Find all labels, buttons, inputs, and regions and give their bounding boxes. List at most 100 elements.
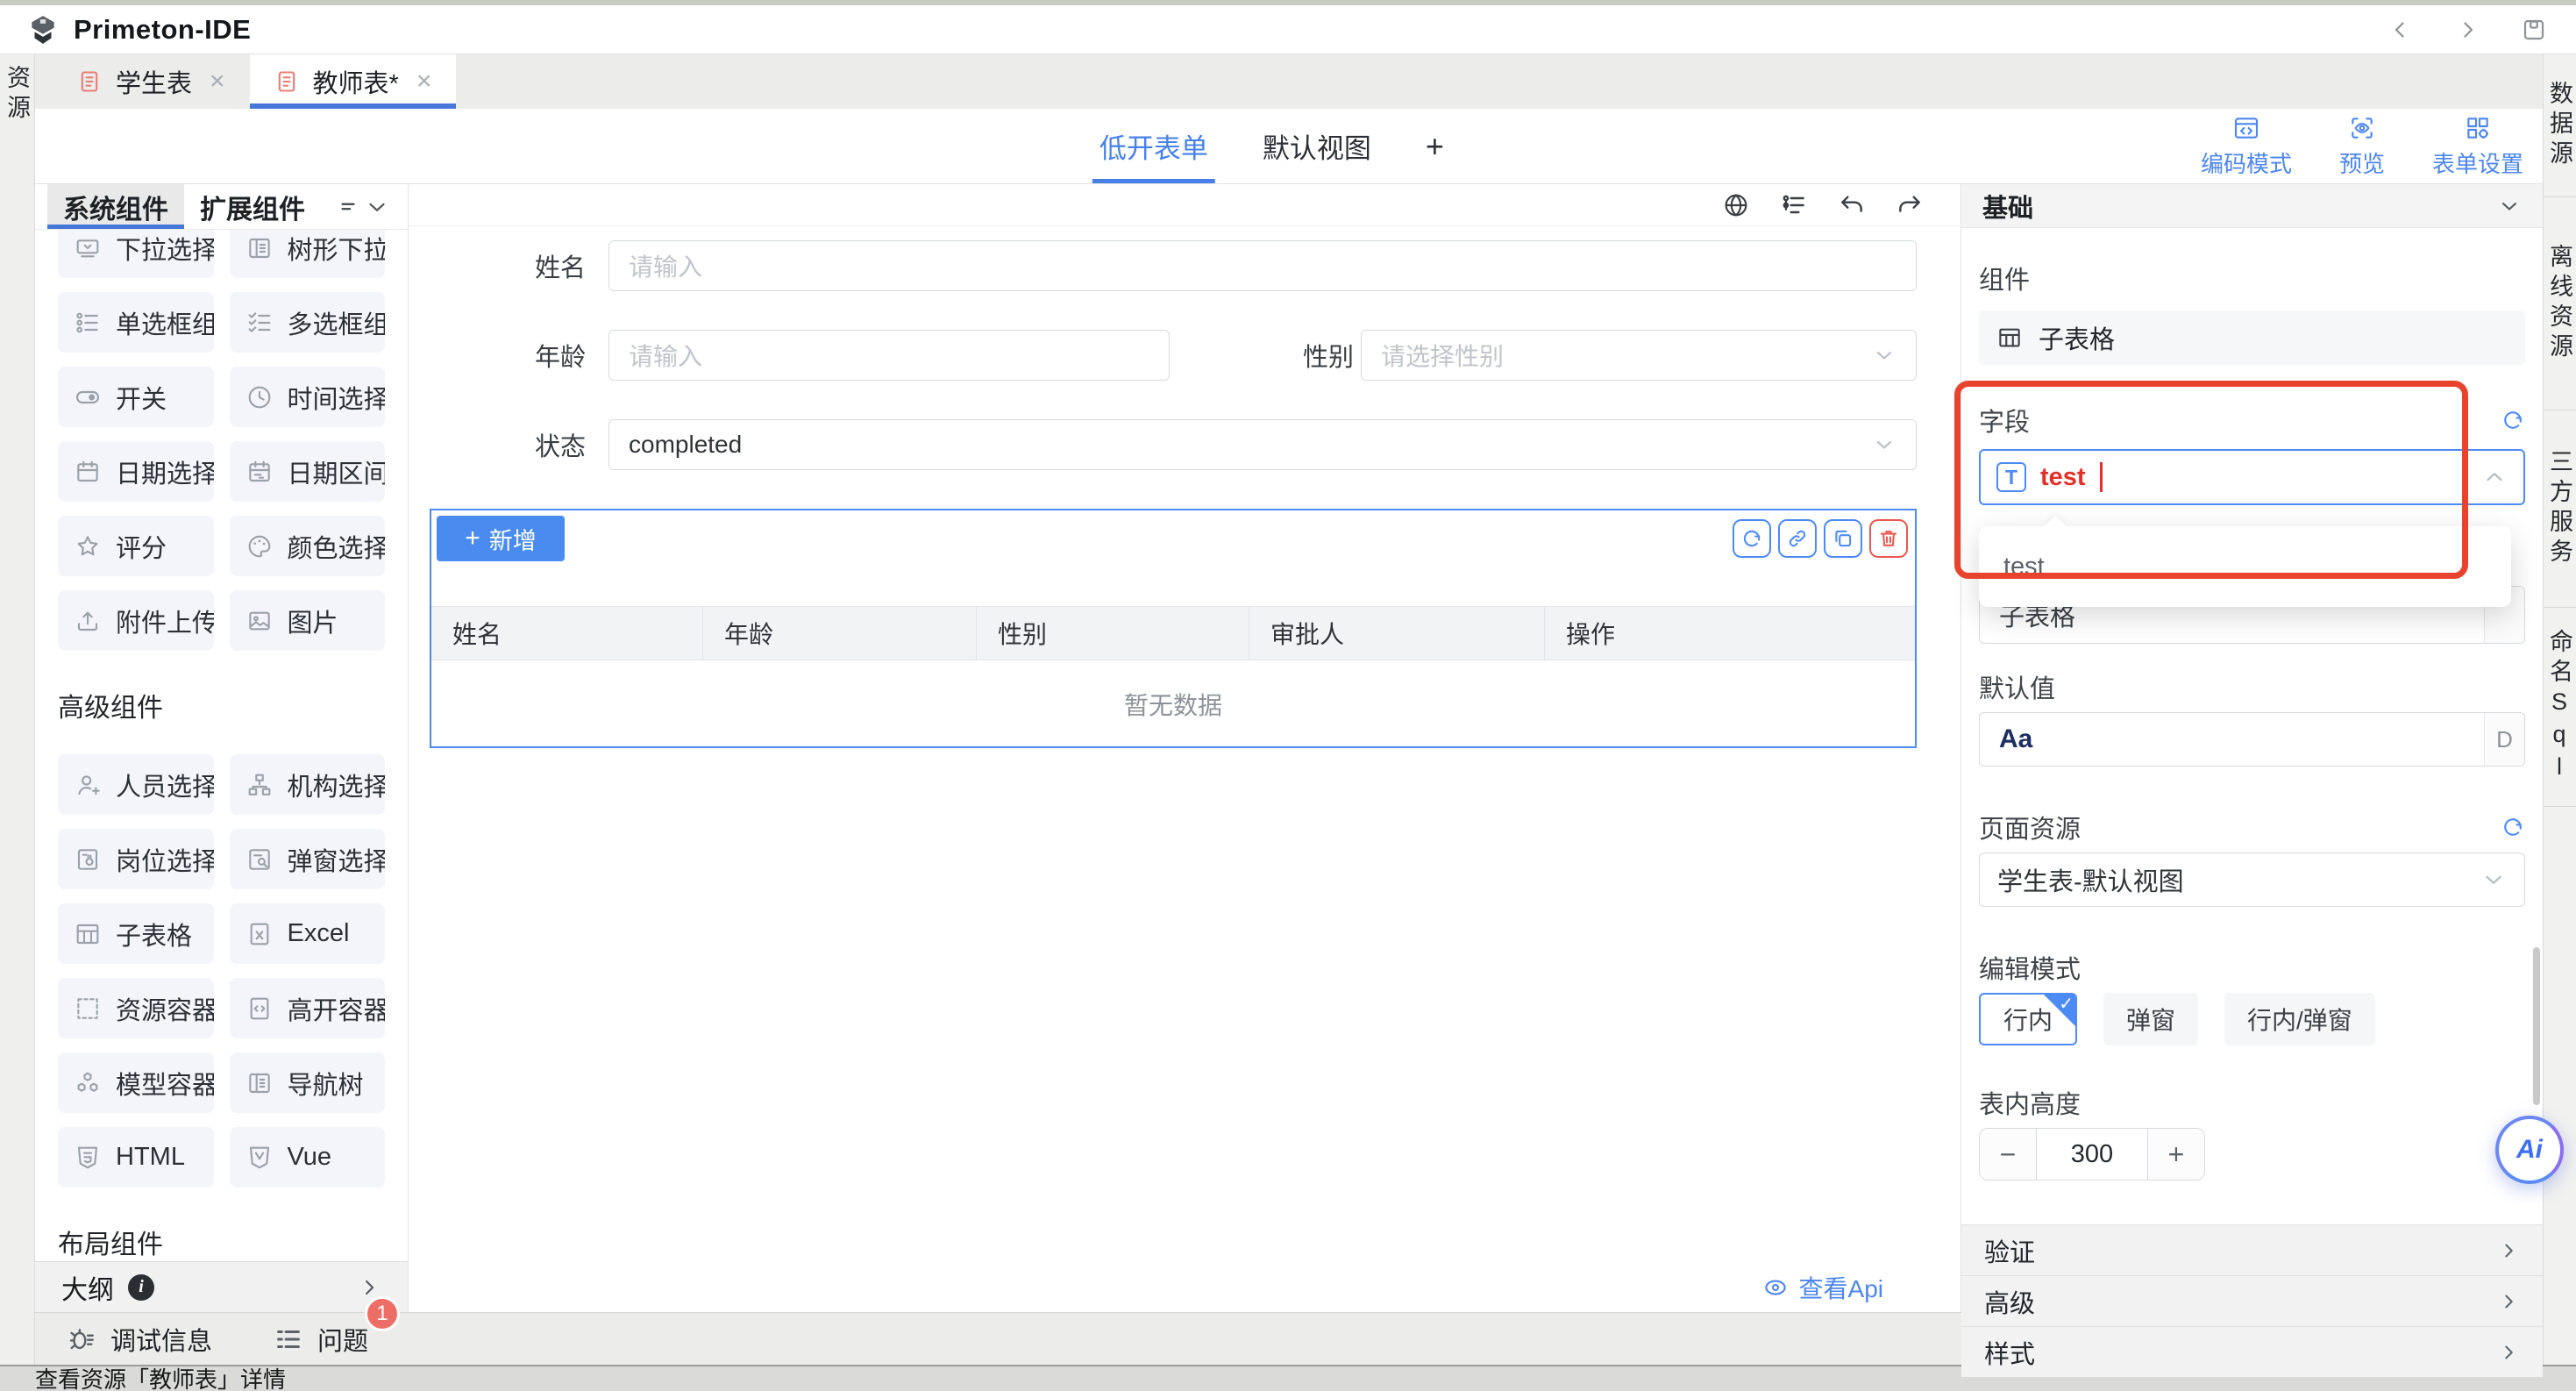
component-group-title: 布局组件 xyxy=(58,1223,385,1261)
column-header: 性别 xyxy=(977,607,1249,660)
code-mode-button[interactable]: 编码模式 xyxy=(2201,114,2292,179)
add-view-button[interactable]: + xyxy=(1426,128,1444,165)
field-label-row: 字段 xyxy=(1979,402,2525,439)
default-value-input[interactable]: Aa D xyxy=(1979,712,2525,767)
status-select[interactable]: completed xyxy=(608,419,1917,470)
component-card-codedoc[interactable]: 高开容器 xyxy=(230,978,386,1038)
tab-system-components[interactable]: 系统组件 xyxy=(47,184,184,229)
close-icon[interactable]: × xyxy=(210,68,225,95)
gender-select[interactable]: 请选择性别 xyxy=(1361,330,1917,381)
form-field-name[interactable]: 姓名 请输入 xyxy=(430,240,1917,291)
increment-button[interactable]: + xyxy=(2148,1129,2204,1180)
default-value-suffix-button[interactable]: D xyxy=(2484,713,2524,766)
save-button[interactable] xyxy=(2518,14,2550,46)
form-field-status[interactable]: 状态 completed xyxy=(430,419,1917,470)
debug-info-button[interactable]: 调试信息 xyxy=(67,1321,212,1358)
component-card-time[interactable]: 时间选择 xyxy=(230,367,386,427)
component-card-html[interactable]: HTML xyxy=(58,1127,214,1188)
chevron-up-icon xyxy=(2481,464,2508,490)
component-card-select[interactable]: 下拉选择 xyxy=(58,230,214,278)
nav-forward-button[interactable] xyxy=(2451,14,2483,46)
component-card-date[interactable]: 日期选择 xyxy=(58,441,214,502)
section-style[interactable]: 样式 xyxy=(1961,1326,2543,1377)
component-card-daterange[interactable]: 日期区间 xyxy=(230,441,386,502)
tab-extension-components[interactable]: 扩展组件 xyxy=(184,184,321,229)
component-card-resource[interactable]: 资源容器 xyxy=(58,978,214,1038)
close-icon[interactable]: × xyxy=(416,68,432,95)
component-card-vue[interactable]: Vue xyxy=(230,1127,386,1188)
component-menu-icon[interactable] xyxy=(337,184,359,229)
add-row-button[interactable]: + 新增 xyxy=(437,516,565,561)
component-card-position[interactable]: 岗位选择 xyxy=(58,829,214,889)
component-card-rating[interactable]: 评分 xyxy=(58,516,214,576)
outline-row[interactable]: 大纲 i xyxy=(35,1261,408,1312)
component-card-cubes[interactable]: 模型容器 xyxy=(58,1052,214,1113)
component-card-tree[interactable]: 树形下拉 xyxy=(230,230,386,278)
component-card-switch[interactable]: 开关 xyxy=(58,367,214,427)
work-row: 系统组件 扩展组件 下拉选择树形下拉单选框组多选框组开关时间选择日期选择日期区间… xyxy=(35,184,2543,1312)
tab-default-view[interactable]: 默认视图 xyxy=(1263,109,1371,183)
empty-state-text: 暂无数据 xyxy=(431,660,1915,748)
outline-icon[interactable] xyxy=(1780,191,1808,219)
right-rail-third-party-services-tab[interactable]: 三方服务 xyxy=(2544,410,2576,608)
issues-label: 问题 xyxy=(317,1321,368,1358)
widget-copy-button[interactable] xyxy=(1824,519,1862,558)
collapse-sidebar-icon[interactable] xyxy=(364,184,390,229)
component-card-check[interactable]: 多选框组 xyxy=(230,292,386,353)
right-rail-datasource-tab[interactable]: 数据源 xyxy=(2544,54,2576,197)
globe-icon[interactable] xyxy=(1722,191,1750,219)
component-card-image[interactable]: 图片 xyxy=(230,590,386,651)
undo-icon[interactable] xyxy=(1838,191,1866,219)
component-card-upload[interactable]: 附件上传 xyxy=(58,590,214,651)
scrollbar-thumb[interactable] xyxy=(2533,947,2540,1105)
left-rail-resources-tab[interactable]: 资源 xyxy=(0,54,34,203)
component-card-color[interactable]: 颜色选择 xyxy=(230,516,386,576)
component-card-navtree[interactable]: 导航树 xyxy=(230,1052,386,1113)
text-field-type-icon: T xyxy=(1996,462,2026,492)
redo-icon[interactable] xyxy=(1896,191,1924,219)
subtable-widget-selected[interactable]: + 新增 姓名 年龄 xyxy=(430,509,1917,748)
edit-mode-dialog[interactable]: 弹窗 xyxy=(2103,993,2198,1045)
field-select[interactable]: T test xyxy=(1979,449,2525,505)
right-rail-named-sql-tab[interactable]: 命名Sql xyxy=(2544,608,2576,807)
component-label: 下拉选择 xyxy=(116,230,214,267)
component-card-person[interactable]: 人员选择 xyxy=(58,754,214,815)
component-card-org[interactable]: 机构选择 xyxy=(230,754,386,815)
widget-sync-button[interactable] xyxy=(1733,519,1771,558)
refresh-fields-icon[interactable] xyxy=(2501,408,2525,432)
doc-tab-teacher-table[interactable]: 教师表* × xyxy=(250,54,457,109)
doc-tab-student-table[interactable]: 学生表 × xyxy=(53,54,250,109)
dropdown-option-test[interactable]: test xyxy=(1979,539,2511,595)
column-header: 姓名 xyxy=(431,607,703,660)
age-input[interactable]: 请输入 xyxy=(608,330,1170,381)
section-advanced[interactable]: 高级 xyxy=(1961,1275,2543,1326)
check-icon: ✓ xyxy=(2059,993,2074,1015)
issues-button[interactable]: 问题 1 xyxy=(274,1321,368,1358)
refresh-page-resource-icon[interactable] xyxy=(2501,815,2525,839)
section-validation[interactable]: 验证 xyxy=(1961,1224,2543,1275)
page-resource-select[interactable]: 学生表-默认视图 xyxy=(1979,852,2525,907)
view-api-link[interactable]: 查看Api xyxy=(1799,1270,1883,1305)
decrement-button[interactable]: − xyxy=(1980,1129,2036,1180)
widget-delete-button[interactable] xyxy=(1869,519,1908,558)
name-input[interactable]: 请输入 xyxy=(608,240,1917,291)
chevron-down-icon xyxy=(1872,432,1896,457)
edit-mode-inline-dialog[interactable]: 行内/弹窗 xyxy=(2224,993,2375,1045)
component-card-subtable[interactable]: 子表格 xyxy=(58,903,214,964)
document-icon xyxy=(274,68,299,95)
excel-icon xyxy=(246,920,274,948)
component-card-popup[interactable]: 弹窗选择 xyxy=(230,829,386,889)
form-canvas: 姓名 请输入 年龄 请输入 性别 请选择性别 xyxy=(409,184,1960,1312)
right-rail-offline-resources-tab[interactable]: 离线资源 xyxy=(2544,197,2576,410)
component-card-excel[interactable]: Excel xyxy=(230,903,386,964)
edit-mode-inline[interactable]: 行内✓ xyxy=(1979,993,2077,1045)
ai-assistant-button[interactable]: Ai xyxy=(2495,1116,2564,1184)
widget-link-button[interactable] xyxy=(1778,519,1817,558)
tab-lowcode-form[interactable]: 低开表单 xyxy=(1099,109,1208,183)
component-card-radio[interactable]: 单选框组 xyxy=(58,292,214,353)
form-settings-button[interactable]: 表单设置 xyxy=(2432,114,2523,179)
chevron-down-icon xyxy=(1872,343,1896,367)
inspector-section-basic[interactable]: 基础 xyxy=(1961,184,2543,228)
nav-back-button[interactable] xyxy=(2385,14,2416,46)
preview-button[interactable]: 预览 xyxy=(2339,114,2385,179)
